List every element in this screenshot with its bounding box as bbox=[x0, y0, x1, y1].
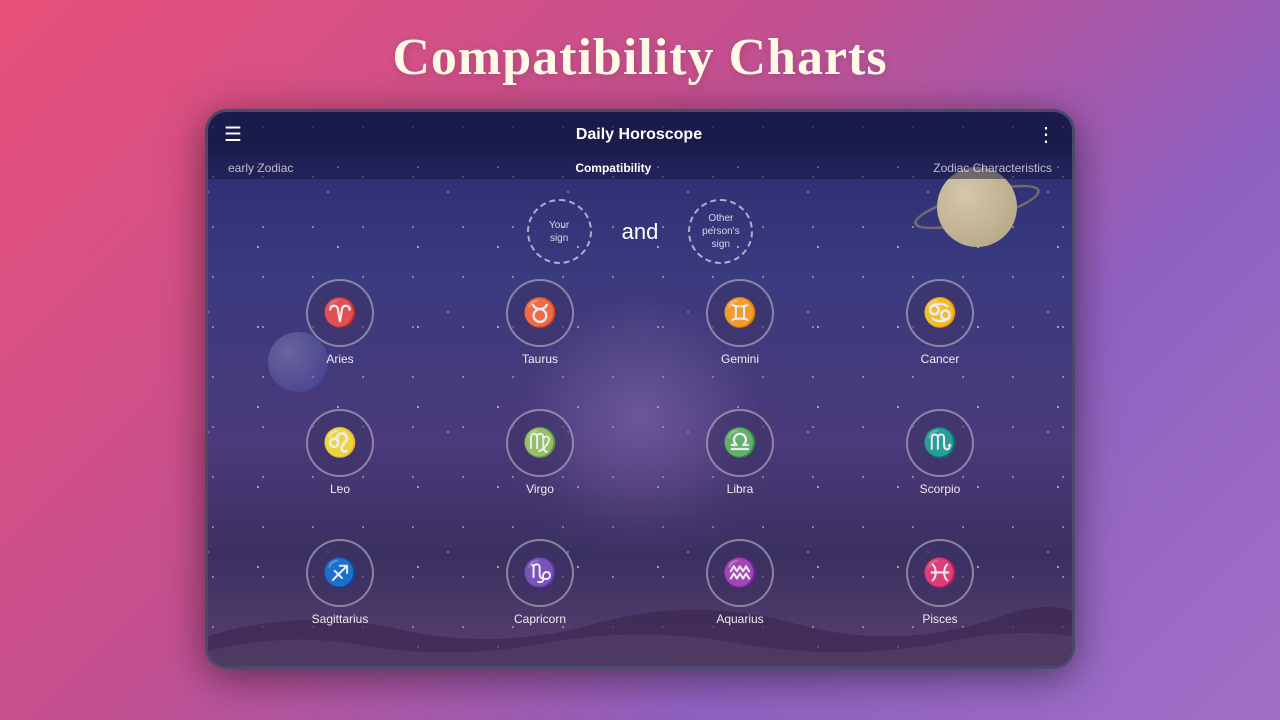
zodiac-item-cancer[interactable]: ♋ Cancer bbox=[848, 279, 1032, 401]
zodiac-name-leo: Leo bbox=[330, 482, 350, 496]
menu-icon[interactable]: ☰ bbox=[224, 122, 242, 147]
zodiac-name-cancer: Cancer bbox=[921, 352, 960, 366]
zodiac-item-scorpio[interactable]: ♏ Scorpio bbox=[848, 409, 1032, 531]
zodiac-name-pisces: Pisces bbox=[922, 612, 957, 626]
app-title: Daily Horoscope bbox=[576, 126, 702, 144]
subnav-early-zodiac[interactable]: early Zodiac bbox=[228, 161, 293, 175]
sign-selectors: Your sign and Other person's sign bbox=[208, 199, 1072, 264]
your-sign-text: Your sign bbox=[549, 219, 569, 245]
zodiac-icon-aries: ♈ bbox=[306, 279, 374, 347]
zodiac-icon-capricorn: ♑ bbox=[506, 539, 574, 607]
zodiac-icon-pisces: ♓ bbox=[906, 539, 974, 607]
zodiac-item-libra[interactable]: ♎ Libra bbox=[648, 409, 832, 531]
zodiac-item-leo[interactable]: ♌ Leo bbox=[248, 409, 432, 531]
zodiac-name-aquarius: Aquarius bbox=[716, 612, 763, 626]
app-subnav: early Zodiac Compatibility Zodiac Charac… bbox=[208, 157, 1072, 179]
zodiac-item-aquarius[interactable]: ♒ Aquarius bbox=[648, 539, 832, 661]
zodiac-item-virgo[interactable]: ♍ Virgo bbox=[448, 409, 632, 531]
zodiac-item-aries[interactable]: ♈ Aries bbox=[248, 279, 432, 401]
zodiac-item-taurus[interactable]: ♉ Taurus bbox=[448, 279, 632, 401]
zodiac-name-taurus: Taurus bbox=[522, 352, 558, 366]
zodiac-name-gemini: Gemini bbox=[721, 352, 759, 366]
zodiac-grid: ♈ Aries ♉ Taurus ♊ Gemini ♋ Cancer ♌ Leo ♍ Virgo ♎ Li… bbox=[208, 274, 1072, 666]
zodiac-item-sagittarius[interactable]: ♐ Sagittarius bbox=[248, 539, 432, 661]
zodiac-icon-libra: ♎ bbox=[706, 409, 774, 477]
zodiac-name-scorpio: Scorpio bbox=[920, 482, 961, 496]
zodiac-icon-scorpio: ♏ bbox=[906, 409, 974, 477]
zodiac-item-pisces[interactable]: ♓ Pisces bbox=[848, 539, 1032, 661]
subnav-compatibility[interactable]: Compatibility bbox=[575, 161, 651, 175]
zodiac-name-virgo: Virgo bbox=[526, 482, 554, 496]
app-header: ☰ Daily Horoscope ⋮ bbox=[208, 112, 1072, 157]
zodiac-name-sagittarius: Sagittarius bbox=[312, 612, 369, 626]
zodiac-name-libra: Libra bbox=[727, 482, 754, 496]
page-title: Compatibility Charts bbox=[392, 28, 887, 87]
zodiac-icon-taurus: ♉ bbox=[506, 279, 574, 347]
app-screen: ☰ Daily Horoscope ⋮ early Zodiac Compati… bbox=[208, 112, 1072, 666]
zodiac-icon-virgo: ♍ bbox=[506, 409, 574, 477]
zodiac-item-gemini[interactable]: ♊ Gemini bbox=[648, 279, 832, 401]
zodiac-name-capricorn: Capricorn bbox=[514, 612, 566, 626]
more-options-icon[interactable]: ⋮ bbox=[1036, 122, 1056, 147]
zodiac-item-capricorn[interactable]: ♑ Capricorn bbox=[448, 539, 632, 661]
subnav-zodiac-characteristics[interactable]: Zodiac Characteristics bbox=[933, 161, 1052, 175]
and-separator: and bbox=[622, 219, 659, 245]
zodiac-icon-cancer: ♋ bbox=[906, 279, 974, 347]
other-sign-selector[interactable]: Other person's sign bbox=[688, 199, 753, 264]
zodiac-name-aries: Aries bbox=[326, 352, 353, 366]
zodiac-icon-gemini: ♊ bbox=[706, 279, 774, 347]
zodiac-icon-aquarius: ♒ bbox=[706, 539, 774, 607]
your-sign-selector[interactable]: Your sign bbox=[527, 199, 592, 264]
tablet-frame: ☰ Daily Horoscope ⋮ early Zodiac Compati… bbox=[205, 109, 1075, 669]
other-sign-text: Other person's sign bbox=[702, 212, 740, 251]
zodiac-icon-leo: ♌ bbox=[306, 409, 374, 477]
zodiac-icon-sagittarius: ♐ bbox=[306, 539, 374, 607]
